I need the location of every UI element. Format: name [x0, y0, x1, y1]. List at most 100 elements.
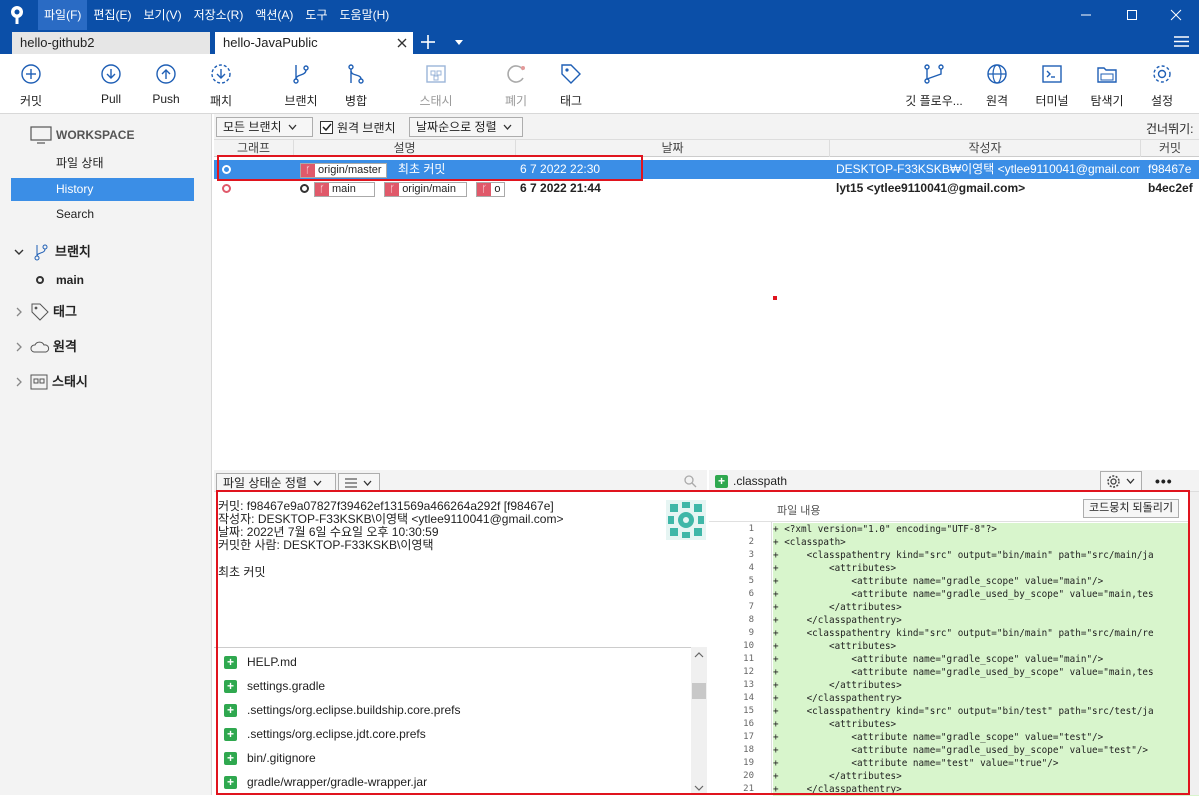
title-bar: 파일(F) 편집(E) 보기(V) 저장소(R) 액션(A) 도구 도움말(H): [0, 0, 1199, 30]
menu-view[interactable]: 보기(V): [137, 0, 187, 30]
folder-icon: [1097, 67, 1117, 83]
ref-label: main: [332, 182, 356, 195]
branch-icon: [34, 244, 48, 261]
sort-dropdown[interactable]: 날짜순으로 정렬: [409, 117, 523, 137]
jump-to-label: 건너뛰기:: [1146, 122, 1194, 136]
terminal-label: 터미널: [1035, 94, 1069, 108]
sidebar-item-history[interactable]: History: [11, 178, 194, 201]
search-icon[interactable]: [684, 475, 697, 488]
branch-item-main[interactable]: main: [36, 273, 84, 287]
file-list-toolbar: 파일 상태순 정렬: [214, 470, 707, 493]
branch-ref-icon: ᚴ: [315, 182, 329, 196]
gitflow-icon: [924, 64, 944, 84]
repo-tab-bar: hello-github2 hello-JavaPublic: [0, 30, 1199, 54]
settings-button[interactable]: 설정: [1134, 62, 1190, 110]
commit-author: lyt15 <ytlee9110041@gmail.com>: [836, 181, 1026, 195]
stashes-label: 스태시: [52, 374, 88, 389]
discard-label: 폐기: [504, 94, 528, 108]
column-author[interactable]: 작성자: [830, 140, 1141, 157]
column-commit[interactable]: 커밋: [1141, 140, 1199, 157]
list-view-icon: [345, 478, 357, 488]
commit-row[interactable]: ᚴ main ᚴ origin/main ᚴo 6 7 2022 21:44 lyt…: [214, 179, 1199, 198]
branch-button[interactable]: 브랜치: [273, 62, 329, 110]
tab-dropdown-icon[interactable]: [455, 40, 463, 45]
commit-button[interactable]: 커밋: [3, 62, 59, 110]
commit-label: 커밋: [19, 94, 43, 108]
terminal-icon: [1042, 65, 1062, 83]
monitor-icon: [30, 126, 52, 144]
settings-label: 설정: [1150, 94, 1174, 108]
fetch-button[interactable]: 패치: [193, 62, 249, 110]
merge-label: 병합: [344, 94, 368, 108]
highlight-box: [217, 155, 643, 181]
commit-hash: b4ec2ef: [1148, 181, 1193, 195]
menu-help[interactable]: 도움말(H): [334, 0, 396, 30]
menu-actions[interactable]: 액션(A): [249, 0, 299, 30]
diff-settings-dropdown[interactable]: [1100, 471, 1142, 491]
tab-hello-github2[interactable]: hello-github2: [12, 32, 210, 54]
ref-label: o: [494, 182, 501, 195]
tab-label: hello-JavaPublic: [223, 35, 318, 50]
ref-badge-origin-main[interactable]: ᚴ origin/main: [384, 181, 467, 197]
gitflow-button[interactable]: 깃 플로우...: [900, 62, 968, 110]
ref-badge-main[interactable]: ᚴ main: [314, 181, 375, 197]
chevron-down-icon: [14, 249, 24, 255]
sidebar-item-file-status[interactable]: 파일 상태: [11, 152, 194, 175]
graph-node-icon: [222, 184, 231, 193]
ref-badge-more[interactable]: ᚴo: [476, 181, 506, 197]
menu-edit[interactable]: 편집(E): [87, 0, 137, 30]
diff-scrollbar[interactable]: [1189, 492, 1199, 795]
explorer-button[interactable]: 탐색기: [1079, 62, 1135, 110]
workspace-header[interactable]: WORKSPACE: [30, 126, 134, 144]
sidebar-section-stashes[interactable]: 스태시: [14, 371, 88, 393]
merge-button[interactable]: 병합: [328, 62, 384, 110]
menu-repository[interactable]: 저장소(R): [188, 0, 250, 30]
tag-button[interactable]: 태그: [543, 62, 599, 110]
diff-toolbar: + .classpath •••: [709, 470, 1199, 492]
stash-icon: [30, 374, 48, 390]
chevron-down-icon: [313, 480, 322, 486]
fetch-label: 패치: [209, 94, 233, 108]
close-icon: [1170, 9, 1182, 21]
branch-ref-icon: ᚴ: [477, 182, 492, 196]
pull-button[interactable]: Pull: [83, 62, 139, 110]
commit-date: 6 7 2022 21:44: [520, 181, 601, 195]
sidebar-item-search[interactable]: Search: [11, 203, 194, 226]
discard-button[interactable]: 폐기: [488, 62, 544, 110]
pull-label: Pull: [100, 92, 121, 106]
sort-value: 날짜순으로 정렬: [416, 120, 497, 134]
sidebar-section-branches[interactable]: 브랜치: [14, 241, 91, 263]
more-options-icon[interactable]: •••: [1155, 473, 1173, 489]
remote-branches-checkbox[interactable]: 원격 브랜치: [320, 119, 396, 136]
commit-icon: [21, 64, 41, 84]
chevron-down-icon: [288, 124, 297, 130]
remotes-label: 원격: [53, 339, 77, 354]
tag-icon: [31, 303, 49, 321]
checkbox-box[interactable]: [320, 121, 333, 134]
sidebar-section-remotes[interactable]: 원격: [14, 336, 77, 358]
branch-main-label: main: [56, 273, 85, 287]
branch-filter-value: 모든 브랜치: [223, 120, 282, 134]
stash-button[interactable]: 스태시: [408, 62, 464, 110]
close-window-button[interactable]: [1153, 0, 1199, 30]
maximize-button[interactable]: [1109, 0, 1155, 30]
remote-button[interactable]: 원격: [969, 62, 1025, 110]
menu-tools[interactable]: 도구: [299, 0, 333, 30]
hamburger-menu-icon[interactable]: [1174, 35, 1189, 48]
explorer-label: 탐색기: [1090, 94, 1124, 108]
push-button[interactable]: Push: [138, 62, 194, 110]
minimize-button[interactable]: [1063, 0, 1109, 30]
new-tab-icon[interactable]: [421, 35, 435, 49]
tab-hello-javapublic[interactable]: hello-JavaPublic: [215, 32, 413, 54]
branch-filter-dropdown[interactable]: 모든 브랜치: [216, 117, 313, 137]
menu-file[interactable]: 파일(F): [38, 0, 88, 30]
close-tab-icon[interactable]: [397, 38, 407, 48]
stash-label: 스태시: [419, 94, 453, 108]
sidebar-section-tags[interactable]: 태그: [14, 301, 77, 323]
branch-ref-icon: ᚴ: [385, 182, 400, 196]
globe-icon: [987, 64, 1007, 84]
highlight-box: [216, 490, 1190, 795]
chevron-down-icon: [1126, 478, 1135, 484]
sidebar: WORKSPACE 파일 상태 History Search 브랜치 main …: [0, 114, 212, 795]
terminal-button[interactable]: 터미널: [1024, 62, 1080, 110]
